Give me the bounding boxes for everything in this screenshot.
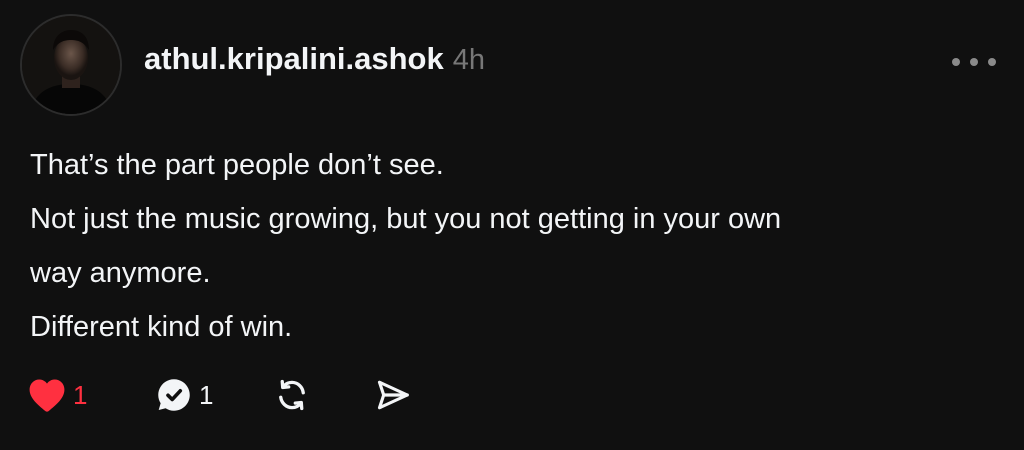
heart-icon [29, 379, 65, 412]
more-options-button[interactable] [952, 50, 996, 74]
repost-icon [279, 379, 305, 411]
like-count: 1 [73, 379, 88, 410]
share-button[interactable] [374, 373, 412, 417]
send-icon [377, 380, 409, 410]
avatar[interactable] [20, 14, 122, 116]
timestamp[interactable]: 4h [453, 44, 485, 77]
post: athul.kripalini.ashok 4h That’s the part… [0, 0, 1024, 450]
username[interactable]: athul.kripalini.ashok [144, 41, 444, 77]
repost-button[interactable] [274, 373, 374, 417]
reply-count: 1 [199, 379, 214, 410]
post-text-line: Different kind of win. [30, 311, 293, 343]
reply-button[interactable]: 1 [156, 373, 274, 417]
action-bar: 1 1 [28, 373, 412, 417]
post-text-line: That’s the part people don’t see. [30, 149, 444, 181]
more-dot-icon [988, 58, 996, 66]
comment-bubble-icon [158, 379, 190, 411]
post-body: That’s the part people don’t see. Not ju… [30, 138, 1000, 354]
more-dot-icon [970, 58, 978, 66]
more-dot-icon [952, 58, 960, 66]
post-text-line: Not just the music growing, but you not … [30, 203, 782, 235]
post-header: athul.kripalini.ashok 4h [144, 41, 485, 85]
like-button[interactable]: 1 [28, 373, 156, 417]
post-text-line: way anymore. [30, 257, 211, 289]
